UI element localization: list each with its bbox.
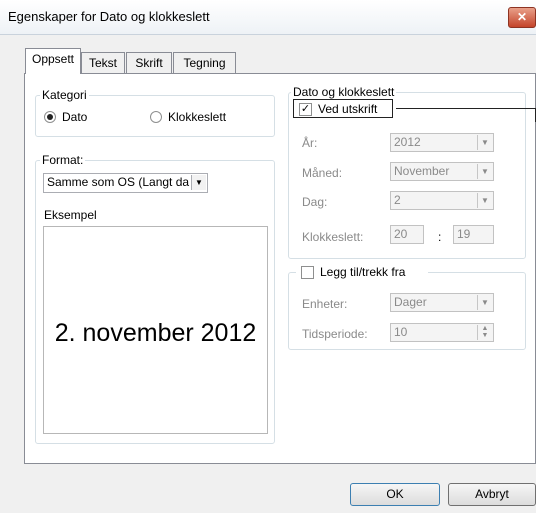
window-title: Egenskaper for Dato og klokkeslett	[8, 9, 210, 24]
klokkeslett-label: Klokkeslett:	[302, 230, 364, 244]
format-select-value: Samme som OS (Langt da	[47, 175, 190, 189]
minute-value: 19	[457, 227, 471, 241]
dag-label: Dag:	[302, 195, 328, 209]
tab-skrift[interactable]: Skrift	[126, 52, 172, 74]
ok-button[interactable]: OK	[350, 483, 440, 506]
cancel-button[interactable]: Avbryt	[448, 483, 536, 506]
hour-value: 20	[394, 227, 408, 241]
close-icon: ✕	[516, 10, 528, 24]
tab-label: Tegning	[183, 56, 226, 70]
enheter-select[interactable]: Dager ▼	[390, 293, 494, 312]
tab-label: Skrift	[135, 56, 163, 70]
chevron-down-icon[interactable]: ▼	[477, 164, 492, 179]
chevron-down-icon[interactable]: ▼	[477, 193, 492, 208]
ved-utskrift-checkbox[interactable]: ✓	[299, 103, 312, 116]
enheter-label: Enheter:	[302, 297, 348, 311]
dag-value: 2	[394, 193, 401, 207]
tab-oppsett[interactable]: Oppsett	[25, 48, 81, 74]
hour-field[interactable]: 20	[390, 225, 424, 244]
kategori-label: Kategori	[40, 88, 89, 102]
tab-label: Tekst	[88, 56, 117, 70]
ok-button-label: OK	[386, 487, 404, 501]
maned-select[interactable]: November ▼	[390, 162, 494, 181]
tidsperiode-spinner[interactable]: 10 ▲ ▼	[390, 323, 494, 342]
chevron-down-icon[interactable]: ▼	[477, 135, 492, 150]
ar-value: 2012	[394, 135, 421, 149]
tidsperiode-value: 10	[394, 325, 408, 339]
radio-dato[interactable]	[44, 111, 56, 123]
minute-field[interactable]: 19	[453, 225, 494, 244]
tab-label: Oppsett	[31, 52, 75, 66]
radio-klokkeslett[interactable]	[150, 111, 162, 123]
format-select[interactable]: Samme som OS (Langt da ▼	[43, 173, 208, 193]
cancel-button-label: Avbryt	[475, 487, 509, 501]
format-label: Format:	[40, 153, 86, 167]
dato-klokkeslett-label: Dato og klokkeslett	[291, 85, 397, 99]
chevron-down-icon[interactable]: ▼	[191, 175, 206, 190]
close-button[interactable]: ✕	[508, 7, 536, 28]
legg-til-checkbox[interactable]	[301, 266, 314, 279]
eksempel-preview: 2. november 2012	[43, 226, 268, 434]
tidsperiode-label: Tidsperiode:	[302, 327, 368, 341]
maned-value: November	[394, 164, 450, 178]
tab-tegning[interactable]: Tegning	[173, 52, 236, 74]
callout-line	[396, 108, 536, 109]
maned-label: Måned:	[302, 166, 343, 180]
eksempel-label: Eksempel	[44, 208, 97, 222]
ar-select[interactable]: 2012 ▼	[390, 133, 494, 152]
radio-dato-label: Dato	[62, 110, 88, 124]
ved-utskrift-label: Ved utskrift	[318, 102, 378, 116]
ar-label: År:	[302, 136, 318, 150]
preview-text: 2. november 2012	[54, 319, 257, 347]
radio-klokkeslett-label: Klokkeslett	[168, 110, 227, 124]
spinner-arrows-icon[interactable]: ▲ ▼	[477, 325, 492, 340]
dag-select[interactable]: 2 ▼	[390, 191, 494, 210]
title-bar: Egenskaper for Dato og klokkeslett ✕	[0, 0, 536, 35]
legg-til-label: Legg til/trekk fra	[320, 265, 406, 279]
time-separator: :	[438, 230, 442, 244]
enheter-value: Dager	[394, 295, 427, 309]
tab-tekst[interactable]: Tekst	[81, 52, 125, 74]
chevron-down-icon[interactable]: ▼	[477, 295, 492, 310]
